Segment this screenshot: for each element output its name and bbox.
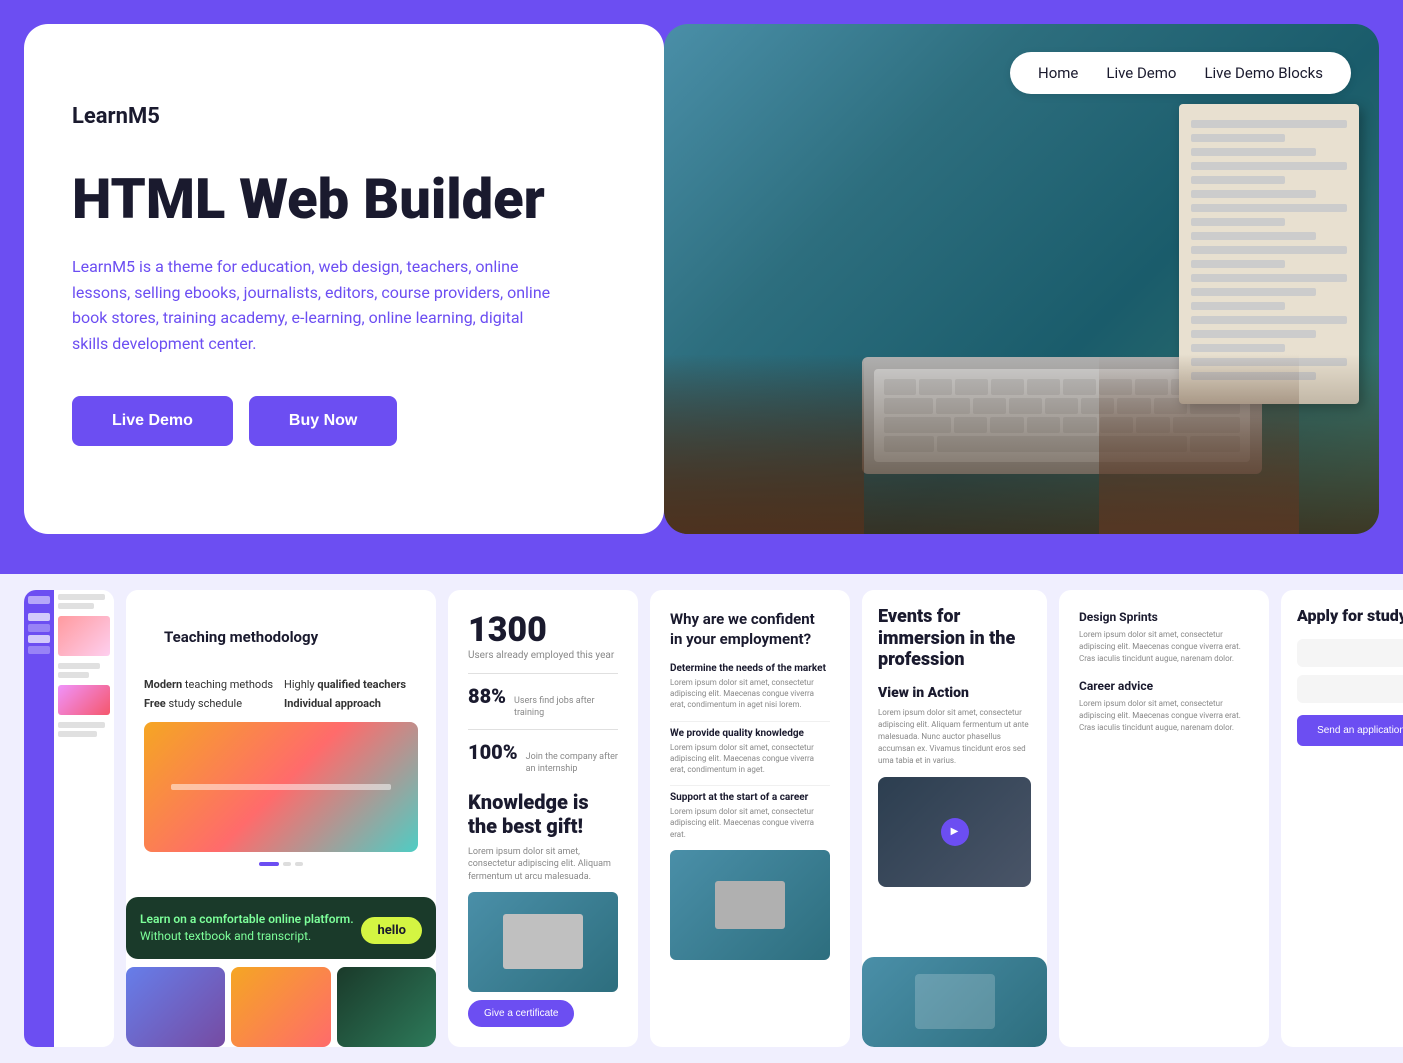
apply-name-field[interactable] — [1297, 639, 1403, 667]
career-title: Career advice — [1079, 679, 1249, 693]
live-demo-button[interactable]: Live Demo — [72, 396, 233, 446]
design-sprints-title: Design Sprints — [1079, 610, 1249, 624]
hero-background-image — [664, 24, 1379, 534]
events-title: Events for immersion in the profession — [878, 606, 1031, 671]
preview-card-purple-demo — [24, 590, 114, 1047]
view-in-action-title: View in Action — [878, 685, 1031, 701]
why-item-1: Determine the needs of the market Lorem … — [670, 663, 830, 711]
preview-card-teaching: Teaching methodology Modern teaching met… — [126, 590, 436, 1047]
teaching-image — [144, 722, 418, 852]
why-item-3: Support at the start of a career Lorem i… — [670, 792, 830, 840]
buy-now-button[interactable]: Buy Now — [249, 396, 397, 446]
preview-strip: Teaching methodology Modern teaching met… — [0, 574, 1403, 1063]
design-sprints-desc: Lorem ipsum dolor sit amet, consectetur … — [1079, 629, 1249, 665]
preview-card-apply: Apply for study Send an application — [1281, 590, 1403, 1047]
hero-navigation: Home Live Demo Live Demo Blocks — [1010, 52, 1351, 94]
nav-live-demo[interactable]: Live Demo — [1106, 64, 1176, 82]
preview-card-stats: 1300 Users already employed this year 88… — [448, 590, 638, 1047]
teaching-title: Teaching methodology — [144, 608, 436, 666]
hero-right-panel: Home Live Demo Live Demo Blocks — [664, 24, 1379, 534]
apply-title: Apply for study — [1297, 606, 1403, 625]
stat-pct-2: 100% — [468, 740, 518, 764]
nav-live-demo-blocks[interactable]: Live Demo Blocks — [1204, 64, 1323, 82]
teaching-item-4: Individual approach — [284, 697, 418, 710]
why-item-2: We provide quality knowledge Lorem ipsum… — [670, 728, 830, 776]
why-title: Why are we confident in your employment? — [670, 610, 830, 649]
preview-card-events: Events for immersion in the profession V… — [862, 590, 1047, 1047]
platform-text: Learn on a comfortable online platform. … — [140, 911, 354, 945]
teaching-item-3: Free study schedule — [144, 697, 278, 710]
view-in-action-desc: Lorem ipsum dolor sit amet, consectetur … — [878, 707, 1031, 767]
nav-home[interactable]: Home — [1038, 64, 1078, 82]
stat-desc-2: Join the company after an internship — [526, 752, 618, 775]
teaching-item-2: Highly qualified teachers — [284, 678, 418, 691]
teaching-item-1: Modern teaching methods — [144, 678, 278, 691]
preview-card-design: Design Sprints Lorem ipsum dolor sit ame… — [1059, 590, 1269, 1047]
gift-desc: Lorem ipsum dolor sit amet, consectetur … — [468, 846, 618, 884]
stat-desc-1: Users find jobs after training — [514, 696, 618, 719]
career-desc: Lorem ipsum dolor sit amet, consectetur … — [1079, 698, 1249, 734]
hero-left-panel: LearnM5 HTML Web Builder LearnM5 is a th… — [24, 24, 664, 534]
hero-description: LearnM5 is a theme for education, web de… — [72, 254, 552, 356]
play-button[interactable]: ▶ — [941, 818, 969, 846]
hero-buttons: Live Demo Buy Now — [72, 396, 616, 446]
gift-title: Knowledge is the best gift! — [468, 790, 618, 838]
apply-submit-button[interactable]: Send an application — [1297, 715, 1403, 746]
stat-main-number: 1300 — [468, 610, 618, 650]
site-logo: LearnM5 — [72, 104, 616, 129]
hello-badge: hello — [361, 917, 422, 944]
preview-card-why: Why are we confident in your employment?… — [650, 590, 850, 1047]
apply-phone-field[interactable] — [1297, 675, 1403, 703]
stat-pct-1: 88% — [468, 684, 506, 708]
hero-title: HTML Web Builder — [72, 169, 616, 231]
stat-main-label: Users already employed this year — [468, 650, 618, 661]
gift-certificate-button[interactable]: Give a certificate — [468, 1000, 574, 1027]
hero-section: LearnM5 HTML Web Builder LearnM5 is a th… — [0, 0, 1403, 574]
